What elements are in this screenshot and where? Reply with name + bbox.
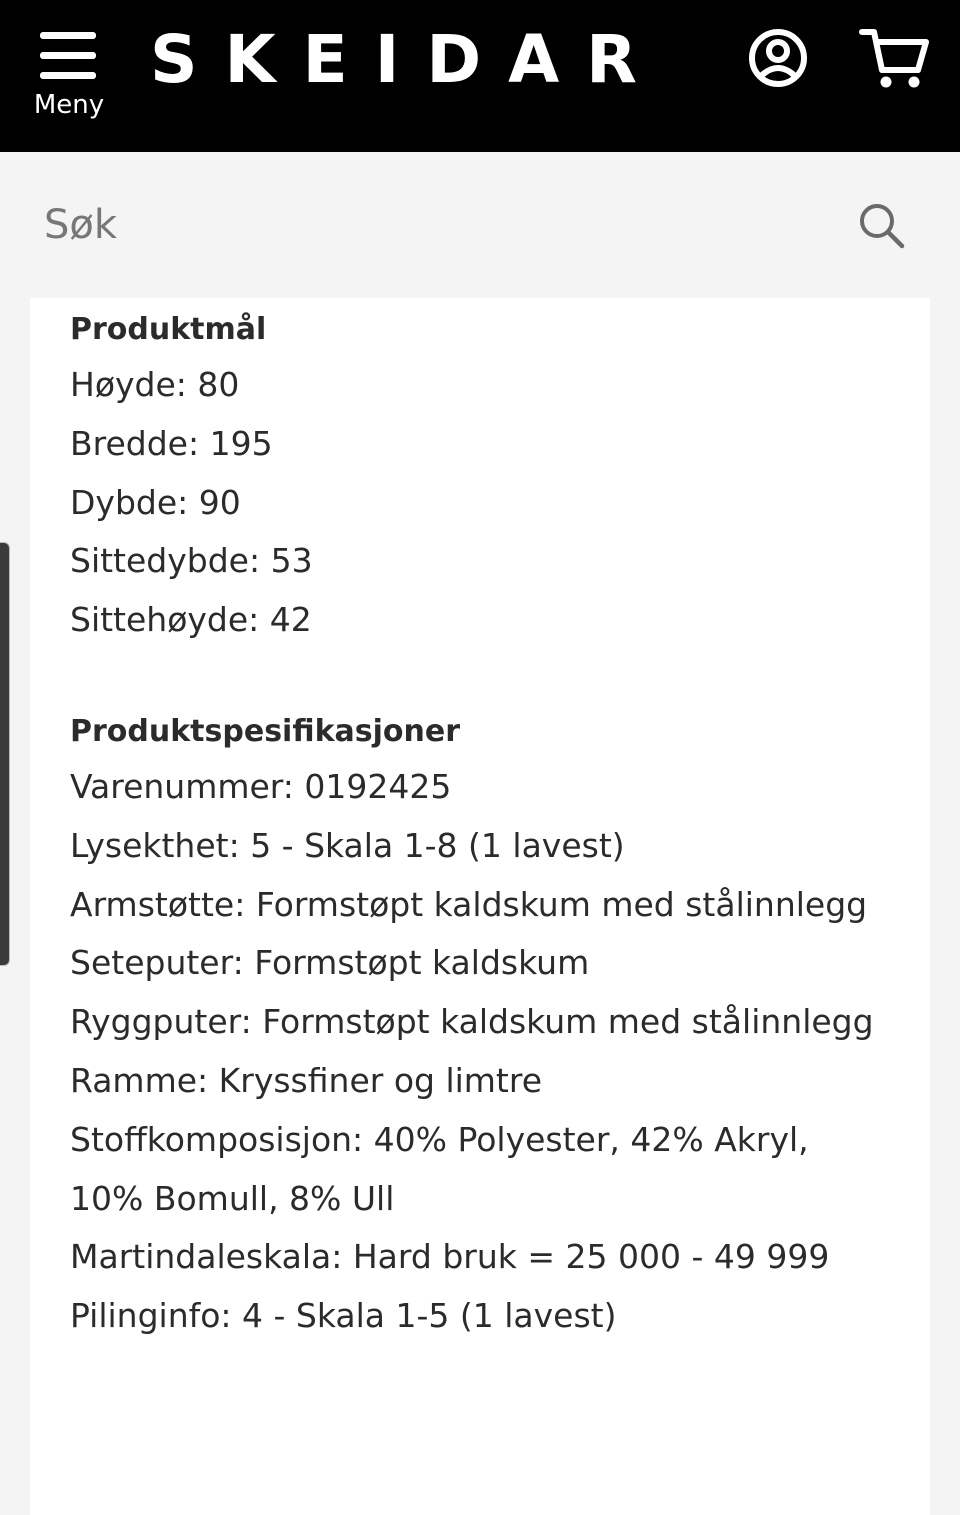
dimension-line: Sittehøyde: 42 (70, 600, 312, 640)
hamburger-icon (40, 32, 96, 79)
product-dimensions-title: Produktmål (70, 312, 267, 347)
spec-line: Ryggputer: Formstøpt kaldskum med stålin… (70, 1002, 874, 1042)
dimension-line: Dybde: 90 (70, 482, 241, 522)
search-icon (860, 204, 905, 249)
product-info-card: Produktmål Høyde: 80 Bredde: 195 Dybde: … (30, 298, 930, 1515)
cart-button[interactable] (858, 24, 932, 98)
dimension-line: Bredde: 195 (70, 423, 273, 463)
menu-button[interactable]: Meny (28, 22, 110, 126)
spec-line: Seteputer: Formstøpt kaldskum (70, 943, 590, 983)
dimension-line: Høyde: 80 (70, 365, 240, 404)
spec-line: Ramme: Kryssfiner og limtre (70, 1060, 543, 1100)
menu-label: Meny (33, 90, 105, 120)
search-bar (0, 152, 960, 298)
search-input[interactable] (30, 190, 810, 260)
product-specs-title: Produktspesifikasjoner (70, 713, 461, 749)
spec-line: Lysekthet: 5 - Skala 1-8 (1 lavest) (70, 825, 625, 865)
spec-line: Pilinginfo: 4 - Skala 1-5 (1 lavest) (70, 1296, 617, 1336)
cart-icon (859, 29, 929, 88)
spec-line: Martindaleskala: Hard bruk = 25 000 - 49… (70, 1237, 830, 1277)
skeidar-logo[interactable]: SKEIDAR (150, 20, 664, 100)
side-drawer-handle[interactable] (0, 542, 10, 966)
search-button[interactable] (852, 196, 912, 256)
user-icon (749, 29, 807, 87)
top-navigation-bar: Meny SKEIDAR (0, 0, 960, 152)
account-button[interactable] (741, 24, 815, 98)
spec-line: Stoffkomposisjon: 40% Polyester, 42% Akr… (70, 1119, 809, 1218)
dimension-line: Sittedybde: 53 (70, 541, 313, 581)
spec-line: Armstøtte: Formstøpt kaldskum med stålin… (70, 884, 868, 924)
spec-line: Varenummer: 0192425 (70, 766, 452, 806)
